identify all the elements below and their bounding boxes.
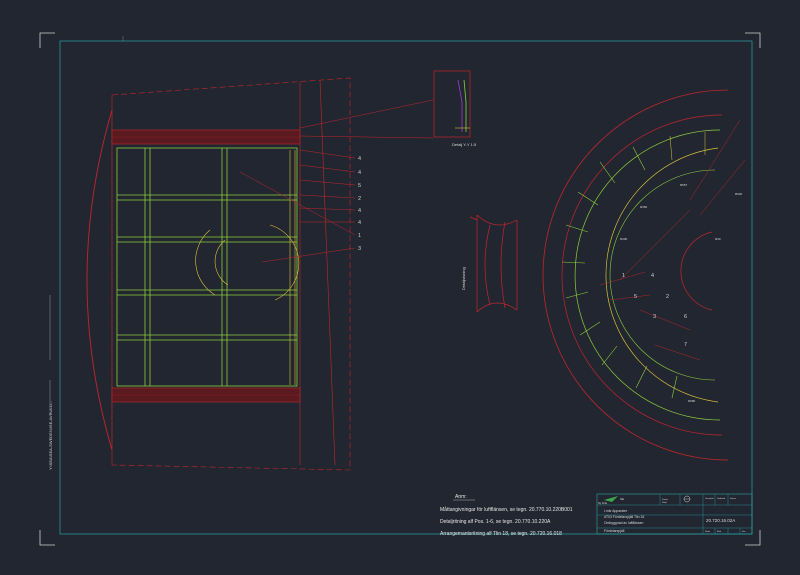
- detail-view: Detalj Y-Y 1:5: [433, 70, 477, 147]
- notes-block: Anm: Måttangivningar för luftflänsen, se…: [440, 494, 573, 537]
- field-ritad: Ritad: [662, 501, 667, 504]
- title-block: SE Ny Kräv I.mkr Apparater AT03 Fördelar…: [596, 493, 753, 535]
- svg-text:R350: R350: [640, 205, 648, 209]
- svg-text:R300: R300: [620, 237, 628, 241]
- callout-5: 5: [358, 183, 361, 189]
- duct-flange: [469, 214, 518, 313]
- crop-marks: [39, 32, 761, 546]
- field-rev: Rev: [742, 531, 746, 533]
- callout-1: 1: [358, 233, 361, 239]
- svg-text:R557: R557: [680, 183, 688, 187]
- callout-4a: 4: [358, 156, 361, 162]
- fan-callout-3: 3: [653, 314, 656, 320]
- callout-3: 3: [358, 246, 361, 252]
- notes-line-3: Arrangemantsritning alf Tlin 18, se tegn…: [440, 531, 562, 537]
- title-project-2: AT03 Fördelarspjäll Tlin 18: [604, 515, 644, 519]
- callout-4b: 4: [358, 170, 361, 176]
- svg-text:R40: R40: [715, 237, 721, 241]
- svg-text:Y:\SEA\SEA-SWEDEN\ISE-AVRULL\.: Y:\SEA\SEA-SWEDEN\ISE-AVRULL\...: [48, 401, 53, 470]
- side-view: 4 4 5 2 4 4 1 3: [86, 77, 434, 471]
- callout-4d: 4: [358, 220, 361, 226]
- title-project-1: I.mkr Apparater: [604, 509, 628, 513]
- svg-text:SE: SE: [620, 497, 624, 501]
- field-skala: Skala: [705, 531, 711, 533]
- notes-line-1: Måttangivningar för luftflänsen, se tegn…: [440, 506, 573, 513]
- field-blad: Blad: [717, 531, 721, 533]
- callout-2: 2: [358, 196, 361, 202]
- fan-view: R557 R350 R300 R40 R520 R680 1 2 3 4 5 6…: [542, 89, 746, 461]
- left-margin-text: Y:\SEA\SEA-SWEDEN\ISE-AVRULL\...: [48, 401, 53, 470]
- cad-drawing-canvas: Y:\SEA\SEA-SWEDEN\ISE-AVRULL\... 4 4 5 2…: [39, 32, 761, 546]
- field-datum: Datum: [730, 497, 736, 500]
- fan-callout-5: 5: [634, 294, 637, 300]
- field-konstr: Konstr.: [662, 498, 669, 501]
- sheet-border: [59, 40, 753, 535]
- field-granskad: Granskad: [705, 498, 714, 500]
- detail-label: Detalj Y-Y 1:5: [452, 142, 477, 147]
- logo-circle-icon: [683, 495, 691, 503]
- fan-callout-4: 4: [651, 273, 654, 279]
- fan-callout-6: 6: [684, 314, 687, 320]
- callout-4c: 4: [358, 208, 361, 214]
- title-project-3: Ombyggnad av luftflänsen: [604, 521, 644, 525]
- section-label: Detaljvisning: [461, 267, 466, 290]
- fan-callout-2: 2: [666, 294, 669, 300]
- notes-heading: Anm:: [455, 494, 467, 500]
- field-godkand: Godkänd: [717, 498, 725, 500]
- fan-callout-1: 1: [622, 273, 625, 279]
- drawing-number: 20.720.16.02A: [706, 518, 735, 523]
- svg-text:R680: R680: [688, 399, 696, 403]
- svg-text:R520: R520: [735, 192, 743, 196]
- notes-line-2: Detaljritning alf Pos. 1-6, se tegn. 20.…: [440, 519, 551, 525]
- title-company: Ny Kräv: [598, 501, 608, 505]
- fan-callout-7: 7: [684, 342, 687, 348]
- title-bottom-left: Fördelarspjäll: [604, 529, 625, 533]
